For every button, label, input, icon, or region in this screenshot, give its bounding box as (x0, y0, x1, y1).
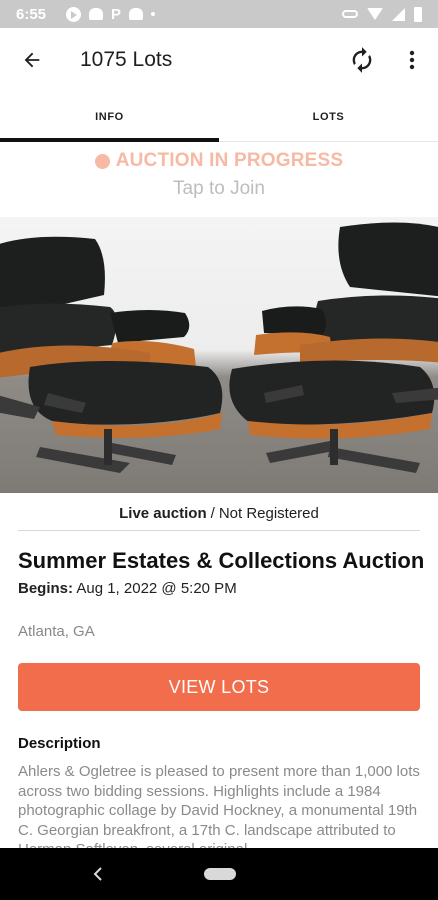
auction-status: AUCTION IN PROGRESS (115, 150, 344, 171)
auction-location: Atlanta, GA (18, 623, 95, 640)
separator: / (210, 505, 215, 522)
more-vert-icon (409, 50, 415, 70)
system-nav-bar (0, 848, 438, 900)
signal-icon (392, 7, 405, 21)
nav-home-pill-icon[interactable] (204, 868, 236, 880)
android-icon (89, 8, 104, 20)
registration-status: Not Registered (218, 505, 319, 522)
begins-label: Begins: (18, 580, 74, 597)
battery-icon (414, 6, 422, 22)
live-dot-icon (94, 153, 110, 169)
view-lots-button[interactable]: VIEW LOTS (18, 663, 420, 711)
tab-info[interactable]: INFO (0, 92, 219, 142)
status-time: 6:55 (16, 5, 47, 23)
app-bar: 1075 Lots (0, 28, 438, 92)
tab-lots[interactable]: LOTS (219, 92, 438, 141)
arrow-left-icon (24, 52, 40, 68)
description-heading: Description (18, 735, 101, 752)
tap-to-join[interactable]: Tap to Join (0, 178, 438, 200)
page-title: 1075 Lots (80, 48, 173, 71)
live-status-line: AUCTION IN PROGRESS (0, 150, 438, 172)
dot-icon (151, 12, 156, 16)
back-button[interactable] (16, 44, 48, 76)
live-banner[interactable]: AUCTION IN PROGRESS Tap to Join (0, 150, 438, 200)
status-right (342, 6, 422, 22)
auction-type: Live auction (119, 505, 207, 522)
nav-back-button[interactable] (88, 864, 108, 884)
status-bar: 6:55 P (0, 0, 438, 28)
tab-bar: INFO LOTS (0, 92, 438, 142)
auction-begins: Begins: Aug 1, 2022 @ 5:20 PM (18, 580, 237, 597)
nav-back-icon (93, 867, 102, 881)
p-icon: P (111, 5, 122, 23)
refresh-icon (352, 47, 372, 73)
description-body: Ahlers & Ogletree is pleased to present … (18, 763, 420, 848)
begins-value: Aug 1, 2022 @ 5:20 PM (76, 580, 237, 597)
android-icon (129, 8, 144, 20)
auction-type-row: Live auction / Not Registered (18, 505, 420, 531)
play-icon (66, 6, 82, 22)
status-left: 6:55 P (16, 5, 156, 23)
lounge-chairs-illustration (0, 222, 438, 473)
key-icon (342, 10, 358, 18)
auction-title: Summer Estates & Collections Auction (18, 548, 425, 573)
auction-hero-image (0, 217, 438, 493)
more-options-button[interactable] (400, 44, 424, 76)
wifi-icon (367, 8, 383, 20)
refresh-button[interactable] (346, 44, 378, 76)
